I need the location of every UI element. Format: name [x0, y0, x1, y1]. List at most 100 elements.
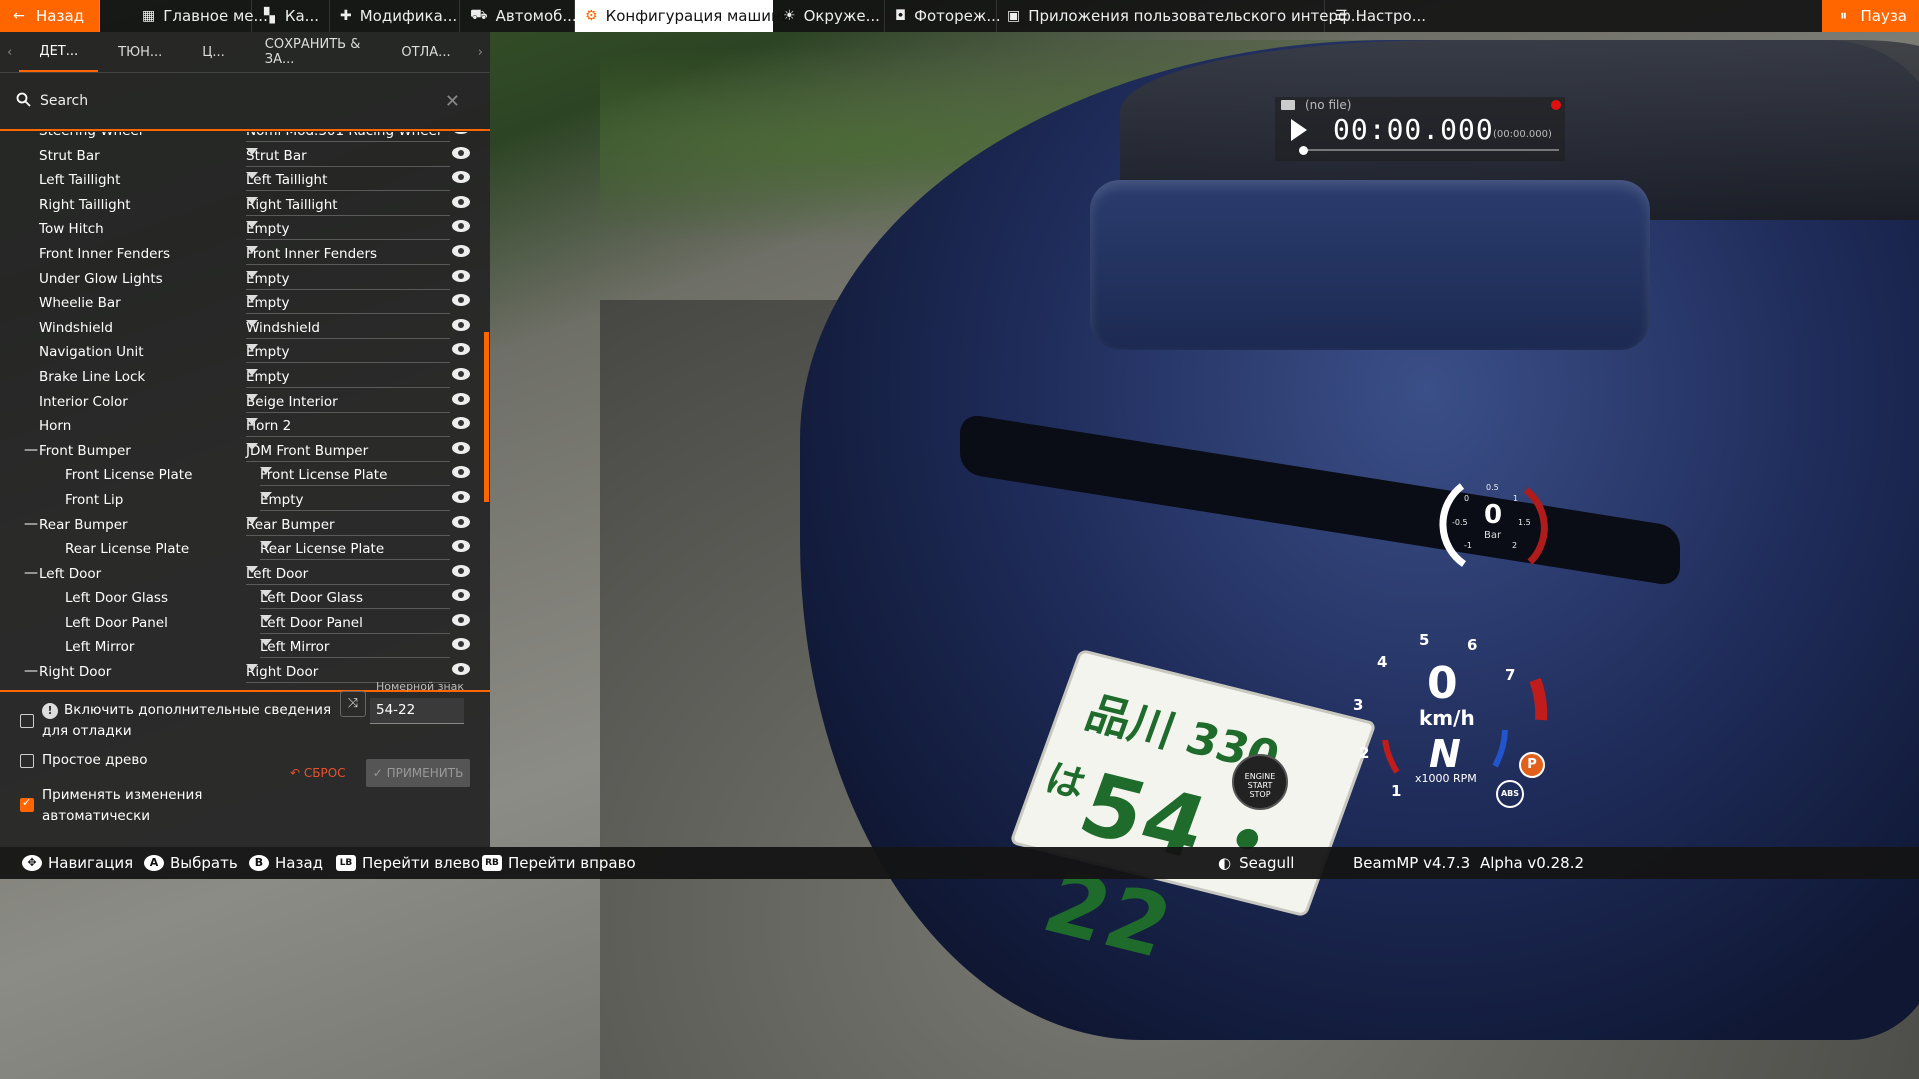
part-select[interactable]: Nomi Mod.301 Racing Wheel: [246, 132, 450, 142]
part-select[interactable]: Empty: [246, 292, 450, 315]
eye-icon[interactable]: [452, 195, 470, 208]
eye-icon[interactable]: [452, 540, 470, 553]
part-name: Under Glow Lights: [39, 270, 163, 287]
tab-mods[interactable]: ✚ Модифика...: [330, 0, 460, 32]
tab-paint[interactable]: Ц...: [182, 32, 245, 72]
reset-button[interactable]: ↶ СБРОС: [290, 766, 346, 780]
eye-icon[interactable]: [452, 392, 470, 405]
apply-button[interactable]: ✓ ПРИМЕНИТЬ: [366, 759, 470, 787]
tab-debug[interactable]: ОТЛА...: [381, 32, 470, 72]
eye-icon[interactable]: [452, 132, 470, 134]
arrow-left-icon: ←: [13, 8, 25, 24]
tab-photo-mode[interactable]: ◘ Фотореж...: [885, 0, 1001, 32]
part-row: Left Door Panel Left Door Panel: [0, 612, 490, 637]
hint-back[interactable]: B Назад: [249, 854, 323, 872]
eye-icon[interactable]: [452, 613, 470, 626]
part-select[interactable]: Right Taillight: [246, 194, 450, 216]
eye-icon[interactable]: [452, 244, 470, 257]
user-name[interactable]: ◐ Seagull: [1218, 854, 1294, 872]
shuffle-icon[interactable]: ⤨: [340, 691, 366, 717]
part-row: Left Taillight Left Taillight: [0, 169, 490, 194]
eye-icon[interactable]: [452, 490, 470, 503]
part-select[interactable]: Left Door: [246, 563, 450, 585]
tachometer: 1 2 3 4 5 6 7 0 km/h N x1000 RPM: [1325, 600, 1565, 840]
auto-apply-checkbox[interactable]: [20, 796, 34, 812]
eye-icon[interactable]: [452, 294, 470, 307]
part-select[interactable]: Windshield: [246, 317, 450, 339]
tab-parts[interactable]: ДЕТ...: [19, 32, 99, 72]
tab-tuning[interactable]: ТЮН...: [98, 32, 182, 72]
parts-scrollbar[interactable]: [484, 332, 489, 502]
hint-select[interactable]: A Выбрать: [144, 854, 238, 872]
clear-search-icon[interactable]: ✕: [445, 91, 460, 112]
part-select[interactable]: Empty: [260, 489, 450, 511]
eye-icon[interactable]: [452, 367, 470, 380]
eye-icon[interactable]: [452, 318, 470, 331]
back-button[interactable]: ← Назад: [0, 0, 100, 32]
collapse-icon[interactable]: —: [24, 663, 38, 679]
folder-icon[interactable]: [1281, 100, 1295, 110]
eye-icon[interactable]: [452, 515, 470, 528]
tab-settings[interactable]: ☰ Настро...: [1325, 0, 1426, 32]
part-select[interactable]: Front License Plate: [260, 464, 450, 487]
parts-list: Steering WheelNomi Mod.301 Racing WheelS…: [0, 132, 490, 690]
pause-button[interactable]: ⏸ Пауза: [1822, 0, 1919, 32]
part-select[interactable]: Empty: [246, 218, 450, 241]
tabs-scroll-left-icon[interactable]: ‹: [0, 45, 19, 60]
record-icon[interactable]: [1551, 100, 1561, 110]
tab-vehicle-config[interactable]: ⚙ Конфигурация машины: [575, 0, 793, 32]
eye-icon[interactable]: [452, 663, 470, 676]
panel-tabs: ‹ ДЕТ... ТЮН... Ц... СОХРАНИТЬ & ЗА... О…: [0, 32, 490, 73]
eye-icon[interactable]: [452, 589, 470, 602]
part-select[interactable]: Left Taillight: [246, 169, 450, 192]
tab-environment[interactable]: ☀ Окруже...: [773, 0, 885, 32]
part-select[interactable]: Empty: [246, 268, 450, 290]
eye-icon[interactable]: [452, 171, 470, 184]
replay-track[interactable]: [1301, 149, 1559, 151]
plate-input[interactable]: 54-22: [370, 698, 464, 724]
part-select[interactable]: Beige Interior: [246, 391, 450, 413]
eye-icon[interactable]: [452, 220, 470, 233]
collapse-icon[interactable]: —: [24, 516, 38, 532]
collapse-icon[interactable]: —: [24, 565, 38, 581]
tab-vehicles[interactable]: ⛟ Автомоб...: [460, 0, 577, 32]
part-select[interactable]: Left Door Glass: [260, 587, 450, 610]
eye-icon[interactable]: [452, 269, 470, 282]
tabs-scroll-right-icon[interactable]: ›: [471, 45, 490, 60]
part-select[interactable]: Empty: [246, 341, 450, 364]
replay-time: 00:00.000: [1333, 113, 1494, 146]
eye-icon[interactable]: [452, 466, 470, 479]
debug-option-text: Включить дополнительные сведения для отл…: [42, 702, 332, 739]
part-select[interactable]: Horn 2: [246, 415, 450, 438]
tab-save-load[interactable]: СОХРАНИТЬ & ЗА...: [245, 32, 382, 72]
hint-go-left[interactable]: LB Перейти влево: [336, 854, 480, 872]
collapse-icon[interactable]: —: [24, 442, 38, 458]
part-select[interactable]: Rear License Plate: [260, 538, 450, 561]
eye-icon[interactable]: [452, 146, 470, 159]
part-select[interactable]: Left Door Panel: [260, 612, 450, 634]
rpm-unit: x1000 RPM: [1415, 772, 1477, 785]
part-select[interactable]: Strut Bar: [246, 145, 450, 167]
part-select[interactable]: JDM Front Bumper: [246, 440, 450, 462]
engine-start-stop-button[interactable]: ENGINE START STOP: [1232, 754, 1288, 810]
part-select[interactable]: Front Inner Fenders: [246, 243, 450, 265]
debug-checkbox[interactable]: [20, 714, 34, 728]
tab-map[interactable]: ▚ Ка...: [252, 0, 330, 32]
eye-icon[interactable]: [452, 638, 470, 651]
search-input[interactable]: [38, 92, 422, 110]
part-select[interactable]: Rear Bumper: [246, 514, 450, 536]
tab-main-menu[interactable]: ▦ Главное ме...: [132, 0, 268, 32]
part-select[interactable]: Left Mirror: [260, 636, 450, 659]
simple-tree-checkbox[interactable]: [20, 754, 34, 768]
eye-icon[interactable]: [452, 343, 470, 356]
eye-icon[interactable]: [452, 417, 470, 430]
hint-go-right[interactable]: RB Перейти вправо: [482, 854, 636, 872]
tab-ui-apps[interactable]: ▣ Приложения пользовательского интерф...: [997, 0, 1365, 32]
play-icon[interactable]: [1291, 119, 1307, 141]
start-stop-line: START: [1247, 781, 1273, 790]
part-select[interactable]: Empty: [246, 366, 450, 388]
eye-icon[interactable]: [452, 564, 470, 577]
part-name: Left Door Panel: [65, 614, 168, 631]
eye-icon[interactable]: [452, 441, 470, 454]
replay-knob[interactable]: [1299, 146, 1308, 155]
